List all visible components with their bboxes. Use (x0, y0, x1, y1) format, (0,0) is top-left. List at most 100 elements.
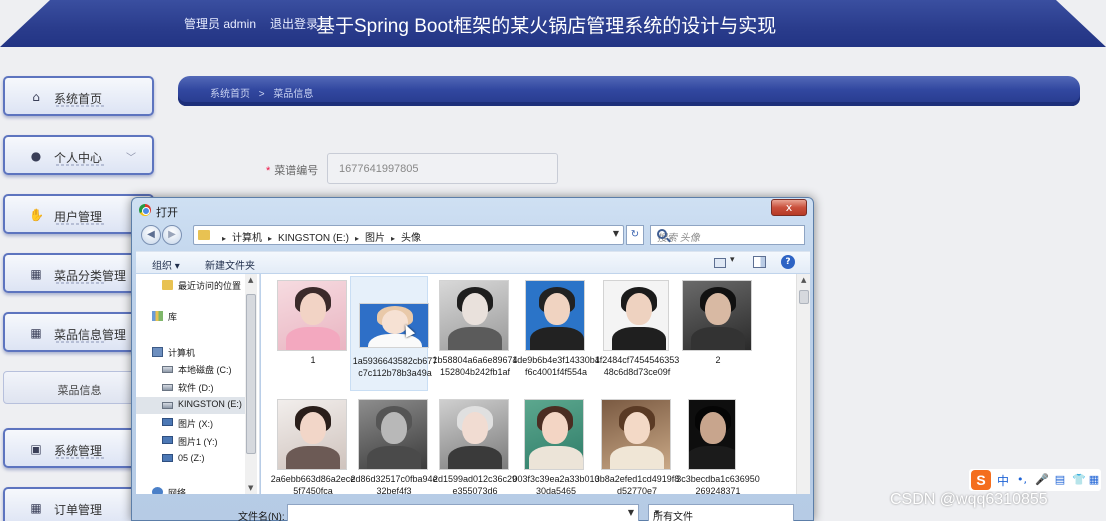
chevron-down-icon[interactable]: ▼ (628, 508, 634, 517)
refresh-button[interactable]: ↻ (626, 225, 644, 245)
breadcrumb-current: 菜品信息 (273, 89, 314, 100)
nav-scrollbar[interactable]: ▲ ▼ (245, 274, 257, 494)
view-options-icon[interactable] (714, 255, 740, 269)
path-segment[interactable]: 计算机 (232, 233, 262, 244)
user-icon: ● (30, 149, 42, 163)
file-name: 1de9b6b4e3f14330b4f6c4001f4f554a (512, 355, 600, 377)
dish-code-label: * 菜谱编号 (266, 162, 318, 178)
file-item[interactable]: 2d86d32517c0fba94e32bef4f3 (350, 395, 438, 494)
preview-pane-icon[interactable] (753, 256, 766, 268)
drive-icon (162, 402, 173, 409)
breadcrumb-home[interactable]: 系统首页 (210, 89, 250, 100)
refresh-icon: ↻ (630, 229, 640, 240)
nav-item-computer[interactable]: 计算机 (136, 344, 250, 361)
scroll-up-icon[interactable]: ▲ (801, 276, 806, 284)
file-name: 2d86d32517c0fba94e32bef4f3 (350, 474, 438, 494)
network-icon (152, 487, 163, 494)
file-name: 3b8a2efed1cd4919f8d52770e7 (594, 474, 680, 494)
open-file-dialog: 打开 x ◀ ▶ ▸ 计算机 ▸ KINGSTON (E:) ▸ 图片 ▸ 头像 ▼ ↻ 搜索… (131, 197, 814, 521)
nav-item-libraries[interactable]: 库 (136, 308, 250, 325)
organize-menu[interactable]: 组织 ▾ (152, 257, 180, 272)
chrome-icon (139, 204, 151, 216)
file-item[interactable]: 3c3becdba1c636950269248371 (674, 395, 760, 494)
nav-item-drive-z[interactable]: 05 (Z:) (136, 451, 250, 468)
nav-item-network[interactable]: 网络 (136, 484, 250, 494)
required-marker: * (266, 165, 271, 177)
dish-code-label-text: 菜谱编号 (274, 165, 319, 177)
path-separator-icon: ▸ (222, 234, 227, 243)
decorative-underline (56, 341, 106, 343)
search-input[interactable]: 搜索 头像 (650, 225, 805, 245)
logout-link[interactable]: 退出登录 (270, 15, 318, 32)
file-list-scrollbar[interactable]: ▲ (796, 274, 810, 494)
address-path: ▸ 计算机 ▸ KINGSTON (E:) ▸ 图片 ▸ 头像 (216, 229, 421, 244)
path-segment[interactable]: 头像 (401, 233, 421, 244)
nav-item-recent[interactable]: 最近访问的位置 (136, 277, 250, 294)
scroll-down-icon[interactable]: ▼ (248, 484, 253, 492)
file-item[interactable]: 2 (674, 276, 752, 391)
home-icon: ⌂ (32, 90, 40, 104)
skin-icon[interactable]: 👕 (1072, 473, 1086, 487)
new-folder-button[interactable]: 新建文件夹 (205, 257, 255, 272)
microphone-icon[interactable]: 🎤 (1035, 473, 1049, 487)
chevron-down-icon: ▼ (653, 508, 661, 517)
nav-item-drive-d[interactable]: 软件 (D:) (136, 379, 250, 396)
file-item[interactable]: 2a6ebb663d86a2ece5f7450fca (269, 395, 355, 494)
nav-item-drive-c[interactable]: 本地磁盘 (C:) (136, 361, 250, 378)
thumbnail (524, 399, 584, 470)
thumbnail (439, 399, 509, 470)
filename-input[interactable]: ▼ (287, 504, 639, 521)
nav-item-drive-x[interactable]: 图片 (X:) (136, 415, 250, 432)
file-name: 1 (310, 355, 316, 365)
decorative-underline (56, 105, 106, 107)
path-segment[interactable]: 图片 (365, 233, 385, 244)
thumbnail (603, 280, 669, 351)
dish-code-input[interactable] (327, 153, 558, 184)
chevron-down-icon[interactable]: ▼ (613, 229, 619, 238)
library-icon (152, 311, 163, 321)
clipboard-icon: ▣ (30, 442, 42, 456)
ime-language-toggle[interactable]: 中 (997, 472, 1009, 489)
folder-icon (198, 230, 210, 240)
back-button[interactable]: ◀ (141, 225, 161, 245)
file-item[interactable]: 1b58804a6a6e89674152804b242fb1af (431, 276, 518, 391)
nav-item-drive-y[interactable]: 图片1 (Y:) (136, 433, 250, 450)
file-item[interactable]: 2d1599ad012c36c29e355073d6 (431, 395, 517, 494)
close-button[interactable]: x (771, 199, 807, 216)
grid-icon: ▦ (30, 326, 42, 340)
forward-button[interactable]: ▶ (162, 225, 182, 245)
scroll-thumb[interactable] (799, 290, 809, 304)
top-header: 管理员 admin 退出登录 基于Spring Boot框架的某火锅店管理系统的… (0, 0, 1106, 47)
path-segment[interactable]: KINGSTON (E:) (278, 233, 349, 244)
punctuation-icon[interactable]: •, (1016, 473, 1028, 487)
nav-item-drive-e[interactable]: KINGSTON (E:) (136, 397, 250, 414)
scroll-up-icon[interactable]: ▲ (248, 276, 253, 284)
drive-icon (162, 384, 173, 391)
decorative-underline (56, 457, 106, 459)
file-item[interactable]: 1 (269, 276, 347, 391)
file-name: 1f2484cf745454635348c6d8d73ce09f (594, 355, 680, 377)
path-separator-icon: ▸ (354, 234, 359, 243)
path-separator-icon: ▸ (268, 234, 273, 243)
file-item[interactable]: 1de9b6b4e3f14330b4f6c4001f4f554a (512, 276, 600, 391)
sidebar-item-home[interactable]: ⌂ 系统首页 (3, 76, 154, 116)
file-type-select[interactable]: 所有文件 ▼ (648, 504, 794, 521)
thumbnail (682, 280, 752, 351)
file-item[interactable]: 1a5936643582cb677c7c112b78b3a49a (350, 276, 437, 391)
file-name: 2 (715, 355, 721, 365)
sogou-logo-icon[interactable]: S (971, 470, 991, 490)
address-bar[interactable]: ▸ 计算机 ▸ KINGSTON (E:) ▸ 图片 ▸ 头像 ▼ (193, 225, 624, 245)
help-icon[interactable]: ? (781, 255, 795, 269)
file-item[interactable]: 3b8a2efed1cd4919f8d52770e7 (593, 395, 679, 494)
scroll-thumb[interactable] (246, 294, 256, 454)
file-item[interactable]: 1f2484cf745454635348c6d8d73ce09f (593, 276, 679, 391)
file-item[interactable]: 003f3c39ea2a33b01030da5465 (512, 395, 600, 494)
navigation-pane: 最近访问的位置 库 计算机 本地磁盘 (C:) 软件 (D:) KINGSTON… (136, 274, 260, 494)
network-drive-icon (162, 454, 173, 462)
toolbox-icon[interactable]: ▦ (1088, 473, 1100, 487)
sidebar-item-personal-center[interactable]: ● 个人中心 ﹀ (3, 135, 154, 175)
thumbnail (688, 399, 736, 470)
keyboard-icon[interactable]: ▤ (1054, 473, 1066, 487)
admin-label: 管理员 admin (184, 17, 257, 31)
decorative-underline (56, 223, 106, 225)
